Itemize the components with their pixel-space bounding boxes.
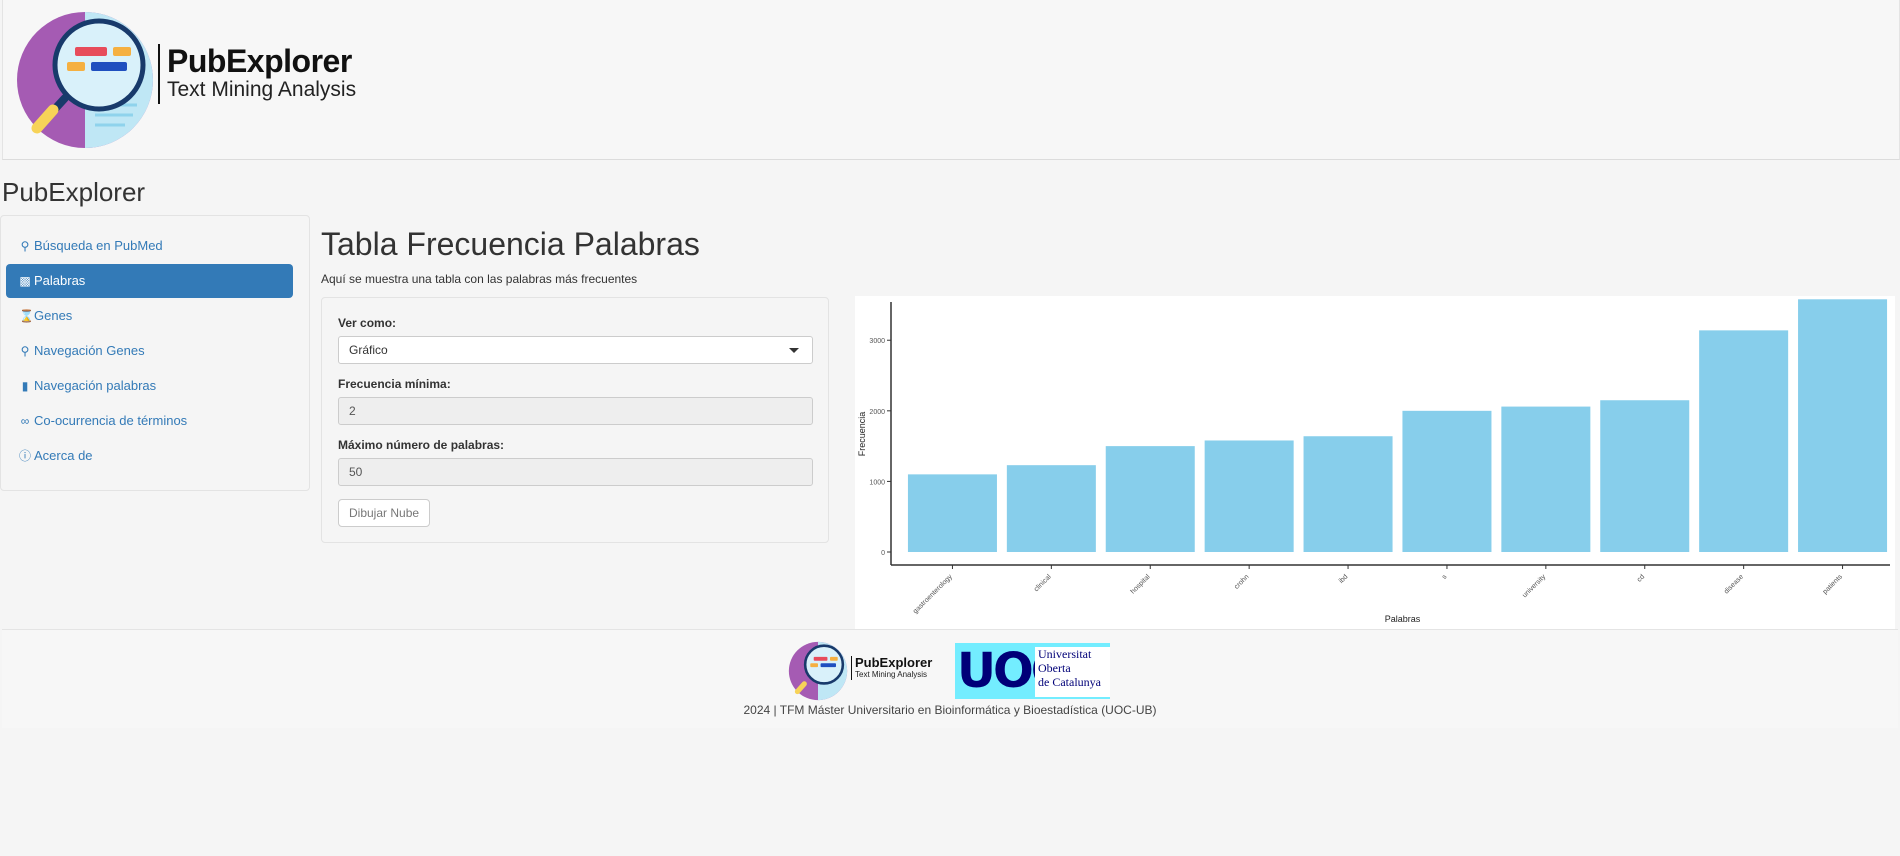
y-tick-label: 1000 [869, 479, 885, 486]
min-frequency-value: 2 [349, 404, 356, 418]
sidebar-item-label: Genes [34, 308, 73, 323]
y-tick-label: 0 [881, 550, 885, 557]
pubexplorer-logo-icon [17, 12, 153, 148]
sidebar-item-label: Navegación palabras [34, 378, 157, 393]
hourglass-icon: ⌛ [19, 309, 34, 323]
controls-panel: Ver como: Gráfico Frecuencia mínima: 2 M… [321, 297, 829, 543]
sidebar-item-label: Co-ocurrencia de términos [34, 413, 188, 428]
x-tick-label: disease [1723, 573, 1745, 595]
pubexplorer-footer-logo-icon [788, 641, 848, 701]
page-subtitle: Aquí se muestra una tabla con las palabr… [321, 272, 638, 286]
word-frequency-chart: 0 1000 2000 3000 gastroenterology clinical hos… [855, 296, 1895, 630]
x-tick-label: university [1521, 573, 1547, 599]
x-tick-label: s [1441, 573, 1449, 581]
view-as-select[interactable]: Gráfico [338, 336, 813, 364]
bar-chart-icon: ▩ [19, 274, 31, 288]
bar [1798, 299, 1888, 552]
x-tick-label: cd [1636, 573, 1646, 583]
y-tick-label: 2000 [869, 409, 885, 416]
search-icon: ⚲ [20, 239, 30, 253]
y-axis-title: Frecuencia [857, 412, 867, 457]
uoc-wordmark: Universitat Oberta de Catalunya [1035, 647, 1110, 697]
bar [1204, 440, 1294, 552]
x-tick-label: hospital [1130, 573, 1152, 595]
sidebar-item-label: Acerca de [34, 448, 93, 463]
max-words-label: Máximo número de palabras: [338, 438, 505, 452]
search-plus-icon: ⚲ [20, 344, 30, 358]
bar [907, 474, 997, 552]
bar [1402, 410, 1492, 552]
app-title: PubExplorer [2, 177, 146, 207]
footer-logo-title: PubExplorer [855, 655, 933, 670]
sidebar-item-label: Búsqueda en PubMed [34, 238, 163, 253]
x-tick-label: ibd [1338, 573, 1350, 585]
sidebar-item-navegacion-genes[interactable]: ⚲ Navegación Genes [6, 334, 293, 368]
bar [1006, 465, 1096, 552]
uoc-line-3: de Catalunya [1038, 675, 1101, 689]
footer-credit: 2024 | TFM Máster Universitario en Bioin… [743, 703, 1157, 717]
draw-cloud-button[interactable]: Dibujar Nube [338, 499, 431, 527]
page-title: Tabla Frecuencia Palabras [321, 226, 700, 262]
footer-logo-wordmark: PubExplorer Text Mining Analysis [851, 656, 932, 680]
min-frequency-input[interactable]: 2 [338, 397, 813, 425]
uoc-line-2: Oberta [1038, 661, 1071, 675]
x-axis-title: Palabras [1385, 614, 1421, 624]
x-tick-label: crohn [1233, 573, 1250, 590]
view-as-label: Ver como: [338, 316, 397, 330]
bar [1600, 400, 1690, 552]
bar [1303, 436, 1393, 552]
footer-logo-subtitle: Text Mining Analysis [855, 670, 928, 679]
sidebar-item-label: Navegación Genes [34, 343, 145, 358]
sidebar-item-navegacion-palabras[interactable]: ▮ Navegación palabras [6, 369, 293, 403]
sidebar-item-genes[interactable]: ⌛Genes [6, 299, 293, 333]
info-circle-icon: ⓘ [19, 449, 32, 463]
footer: PubExplorer Text Mining Analysis UOC Uni… [2, 629, 1898, 728]
y-tick-label: 3000 [869, 338, 885, 345]
sidebar-nav: ⚲ Búsqueda en PubMed ▩ Palabras ⌛Genes ⚲ Na… [0, 215, 310, 491]
x-tick-label: patients [1822, 573, 1845, 596]
uoc-line-1: Universitat [1038, 647, 1092, 661]
chevron-down-icon [789, 348, 799, 353]
x-tick-label: gastroenterology [912, 573, 954, 615]
bar [1501, 406, 1591, 552]
bar-chart: 0 1000 2000 3000 gastroenterology clinical hos… [857, 299, 1890, 624]
sidebar-item-busqueda-pubmed[interactable]: ⚲ Búsqueda en PubMed [6, 229, 293, 263]
logo-wordmark: PubExplorer Text Mining Analysis [158, 44, 356, 104]
app-header: PubExplorer Text Mining Analysis [2, 0, 1900, 160]
link-icon: ∞ [20, 414, 30, 428]
sidebar-item-label: Palabras [34, 273, 86, 288]
sidebar-item-palabras[interactable]: ▩ Palabras [6, 264, 293, 298]
min-frequency-label: Frecuencia mínima: [338, 377, 451, 391]
x-tick-label: clinical [1033, 573, 1053, 593]
bar [1699, 330, 1789, 552]
max-words-value: 50 [349, 465, 363, 479]
book-icon: ▮ [21, 379, 29, 393]
uoc-logo: UOC Universitat Oberta de Catalunya [955, 643, 1110, 699]
logo-title: PubExplorer [167, 43, 352, 79]
sidebar-item-acerca-de[interactable]: ⓘ Acerca de [6, 439, 293, 473]
max-words-input[interactable]: 50 [338, 458, 813, 486]
view-as-value: Gráfico [349, 343, 388, 357]
logo-subtitle: Text Mining Analysis [167, 78, 357, 101]
bar [1105, 446, 1195, 552]
sidebar-item-co-ocurrencia[interactable]: ∞ Co-ocurrencia de términos [6, 404, 293, 438]
